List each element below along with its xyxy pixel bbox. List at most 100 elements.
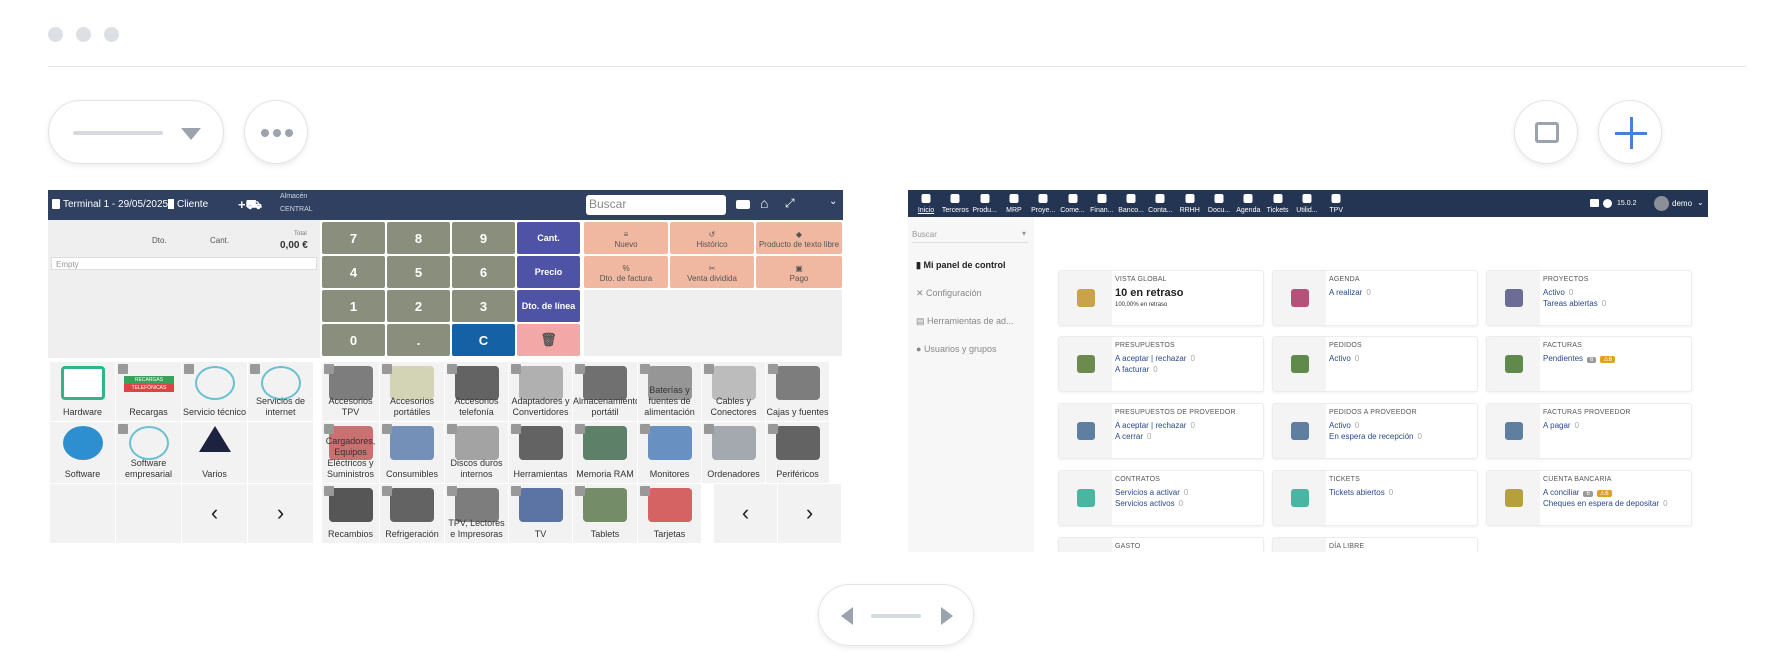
menu-item-7[interactable]: Finan... xyxy=(1090,207,1113,214)
category-servicio-tecnico[interactable]: Servicio técnico xyxy=(182,362,248,422)
category-software-empresarial[interactable]: Software empresarial xyxy=(116,422,182,484)
product-tpv-lectores-e-impresoras[interactable]: TPV, Lectores e Impresoras xyxy=(445,484,509,544)
card-line-1[interactable]: Pendientes 6 ⚠6 xyxy=(1543,354,1616,363)
product-perif-ricos[interactable]: Periféricos xyxy=(766,422,830,484)
product-tablets[interactable]: Tablets xyxy=(573,484,638,544)
card-line-1[interactable]: Servicios a activar 0 xyxy=(1115,488,1188,497)
menu-item-1[interactable]: Inicio xyxy=(918,207,934,214)
clear-search-icon[interactable] xyxy=(736,200,750,209)
product-monitores[interactable]: Monitores xyxy=(638,422,702,484)
menu-item-15[interactable]: TPV xyxy=(1329,207,1343,214)
product-consumibles[interactable]: Consumibles xyxy=(380,422,445,484)
card-line-1[interactable]: A pagar 0 xyxy=(1543,421,1579,430)
key-9[interactable]: 9 xyxy=(452,222,515,254)
menu-item-8[interactable]: Banco... xyxy=(1118,207,1144,214)
product-cables-y-conectores[interactable]: Cables y Conectores xyxy=(702,362,766,422)
card-d-a-libre[interactable]: DÍA LIBRE xyxy=(1272,537,1478,552)
card-facturas-proveedor[interactable]: FACTURAS PROVEEDOR A pagar 0 xyxy=(1486,403,1692,459)
key-clear[interactable]: C xyxy=(452,324,515,356)
key-dot[interactable]: . xyxy=(387,324,450,356)
fullscreen-icon[interactable]: ⤢ xyxy=(785,196,795,211)
next-arrow-icon[interactable] xyxy=(941,607,953,625)
trash-icon[interactable]: 🗑 xyxy=(517,324,580,356)
card-line-2[interactable]: Tareas abiertas 0 xyxy=(1543,299,1606,308)
product-almacenamiento-port-til[interactable]: Almacenamiento portátil xyxy=(573,362,638,422)
card-line-2[interactable]: En espera de recepción 0 xyxy=(1329,432,1422,441)
window-dot-close[interactable] xyxy=(48,27,63,42)
action-history[interactable]: ↺ Histórico xyxy=(670,222,754,254)
print-icon[interactable] xyxy=(1590,199,1599,207)
window-dot-zoom[interactable] xyxy=(104,27,119,42)
product-cajas-y-fuentes[interactable]: Cajas y fuentes xyxy=(766,362,830,422)
product-accesorios-telefon-a[interactable]: Accesorios telefonía xyxy=(445,362,509,422)
product-accesorios-tpv[interactable]: Accesorios TPV xyxy=(322,362,380,422)
action-invoice-discount[interactable]: % Dto. de factura xyxy=(584,256,668,288)
category-hardware[interactable]: Hardware xyxy=(50,362,116,422)
action-free-text-product[interactable]: ◆ Producto de texto libre xyxy=(756,222,842,254)
card-proyectos[interactable]: PROYECTOS Activo 0 Tareas abiertas 0 xyxy=(1486,270,1692,326)
menu-item-6[interactable]: Come... xyxy=(1060,207,1085,214)
sidebar-item-configuracion[interactable]: ✕ Configuración xyxy=(916,288,982,299)
card-line-2[interactable]: A facturar 0 xyxy=(1115,365,1158,374)
add-cart-icon[interactable]: +⛟ xyxy=(238,197,262,215)
sidebar-item-users-groups[interactable]: ● Usuarios y grupos xyxy=(916,344,996,354)
card-presupuestos[interactable]: PRESUPUESTOS A aceptar | rechazar 0 A factu… xyxy=(1058,336,1264,392)
menu-item-14[interactable]: Utilid... xyxy=(1296,207,1317,214)
card-line-1[interactable]: Activo 0 xyxy=(1329,421,1359,430)
card-line-2[interactable]: Servicios activos 0 xyxy=(1115,499,1183,508)
more-options-button[interactable] xyxy=(244,100,308,164)
card-line-1[interactable]: Tickets abiertos 0 xyxy=(1329,488,1393,497)
add-button[interactable] xyxy=(1598,100,1662,164)
chevron-down-icon[interactable]: ⌄ xyxy=(829,196,837,207)
pos-search-input[interactable]: Buscar xyxy=(586,195,726,215)
sidebar-item-admin-tools[interactable]: ▤ Herramientas de ad... xyxy=(916,316,1014,327)
view-dropdown[interactable] xyxy=(48,100,224,164)
card-line-1[interactable]: A realizar 0 xyxy=(1329,288,1371,297)
product-ordenadores[interactable]: Ordenadores xyxy=(702,422,766,484)
card-line-2[interactable]: Cheques en espera de depositar 0 xyxy=(1543,499,1668,508)
product-tarjetas[interactable]: Tarjetas xyxy=(638,484,702,544)
key-8[interactable]: 8 xyxy=(387,222,450,254)
product-recambios[interactable]: Recambios xyxy=(322,484,380,544)
key-2[interactable]: 2 xyxy=(387,290,450,322)
card-line-2[interactable]: A cerrar 0 xyxy=(1115,432,1151,441)
card-line-1[interactable]: Activo 0 xyxy=(1543,288,1573,297)
card-contratos[interactable]: CONTRATOS Servicios a activar 0 Servicios a… xyxy=(1058,470,1264,526)
product-discos-duros-internos[interactable]: Discos duros internos xyxy=(445,422,509,484)
menu-item-12[interactable]: Agenda xyxy=(1236,207,1260,214)
user-name[interactable]: demo xyxy=(1672,199,1692,208)
action-split-sale[interactable]: ✂ Venta dividida xyxy=(670,256,754,288)
menu-item-2[interactable]: Terceros xyxy=(942,207,969,214)
home-icon[interactable]: ⌂ xyxy=(760,195,768,211)
key-6[interactable]: 6 xyxy=(452,256,515,288)
avatar[interactable] xyxy=(1654,196,1669,211)
card-presupuestos-de-proveedor[interactable]: PRESUPUESTOS DE PROVEEDOR A aceptar | rec… xyxy=(1058,403,1264,459)
key-line-discount[interactable]: Dto. de línea xyxy=(517,290,580,322)
window-mode-button[interactable] xyxy=(1514,100,1578,164)
card-vista-global[interactable]: VISTA GLOBAL 10 en retraso 100,00% en retr… xyxy=(1058,270,1264,326)
card-line-1[interactable]: A conciliar 6 ⚠6 xyxy=(1543,488,1612,497)
card-facturas[interactable]: FACTURAS Pendientes 6 ⚠6 xyxy=(1486,336,1692,392)
action-new[interactable]: ≡ Nuevo xyxy=(584,222,668,254)
key-quantity[interactable]: Cant. xyxy=(517,222,580,254)
prev-arrow-icon[interactable] xyxy=(841,607,853,625)
action-payment[interactable]: ▣ Pago xyxy=(756,256,842,288)
product-refrigeraci-n[interactable]: Refrigeración xyxy=(380,484,445,544)
sidebar-search-input[interactable]: Buscar ▾ xyxy=(912,227,1028,243)
menu-item-11[interactable]: Docu... xyxy=(1208,207,1230,214)
menu-item-10[interactable]: RRHH xyxy=(1180,207,1200,214)
key-4[interactable]: 4 xyxy=(322,256,385,288)
key-0[interactable]: 0 xyxy=(322,324,385,356)
category-recargas[interactable]: RECARGAS TELEFÓNICAS Recargas xyxy=(116,362,182,422)
card-pedidos-a-proveedor[interactable]: PEDIDOS A PROVEEDOR Activo 0 En espera de r… xyxy=(1272,403,1478,459)
key-price[interactable]: Precio xyxy=(517,256,580,288)
product-memoria-ram[interactable]: Memoria RAM xyxy=(573,422,638,484)
product-prev-button[interactable]: ‹ xyxy=(714,484,778,544)
customer-label[interactable]: Cliente xyxy=(177,199,208,210)
window-dot-minimize[interactable] xyxy=(76,27,91,42)
menu-item-5[interactable]: Proye... xyxy=(1031,207,1055,214)
menu-item-9[interactable]: Conta... xyxy=(1148,207,1173,214)
category-next-button[interactable]: › xyxy=(248,484,314,544)
card-agenda[interactable]: AGENDA A realizar 0 xyxy=(1272,270,1478,326)
category-software[interactable]: Software xyxy=(50,422,116,484)
